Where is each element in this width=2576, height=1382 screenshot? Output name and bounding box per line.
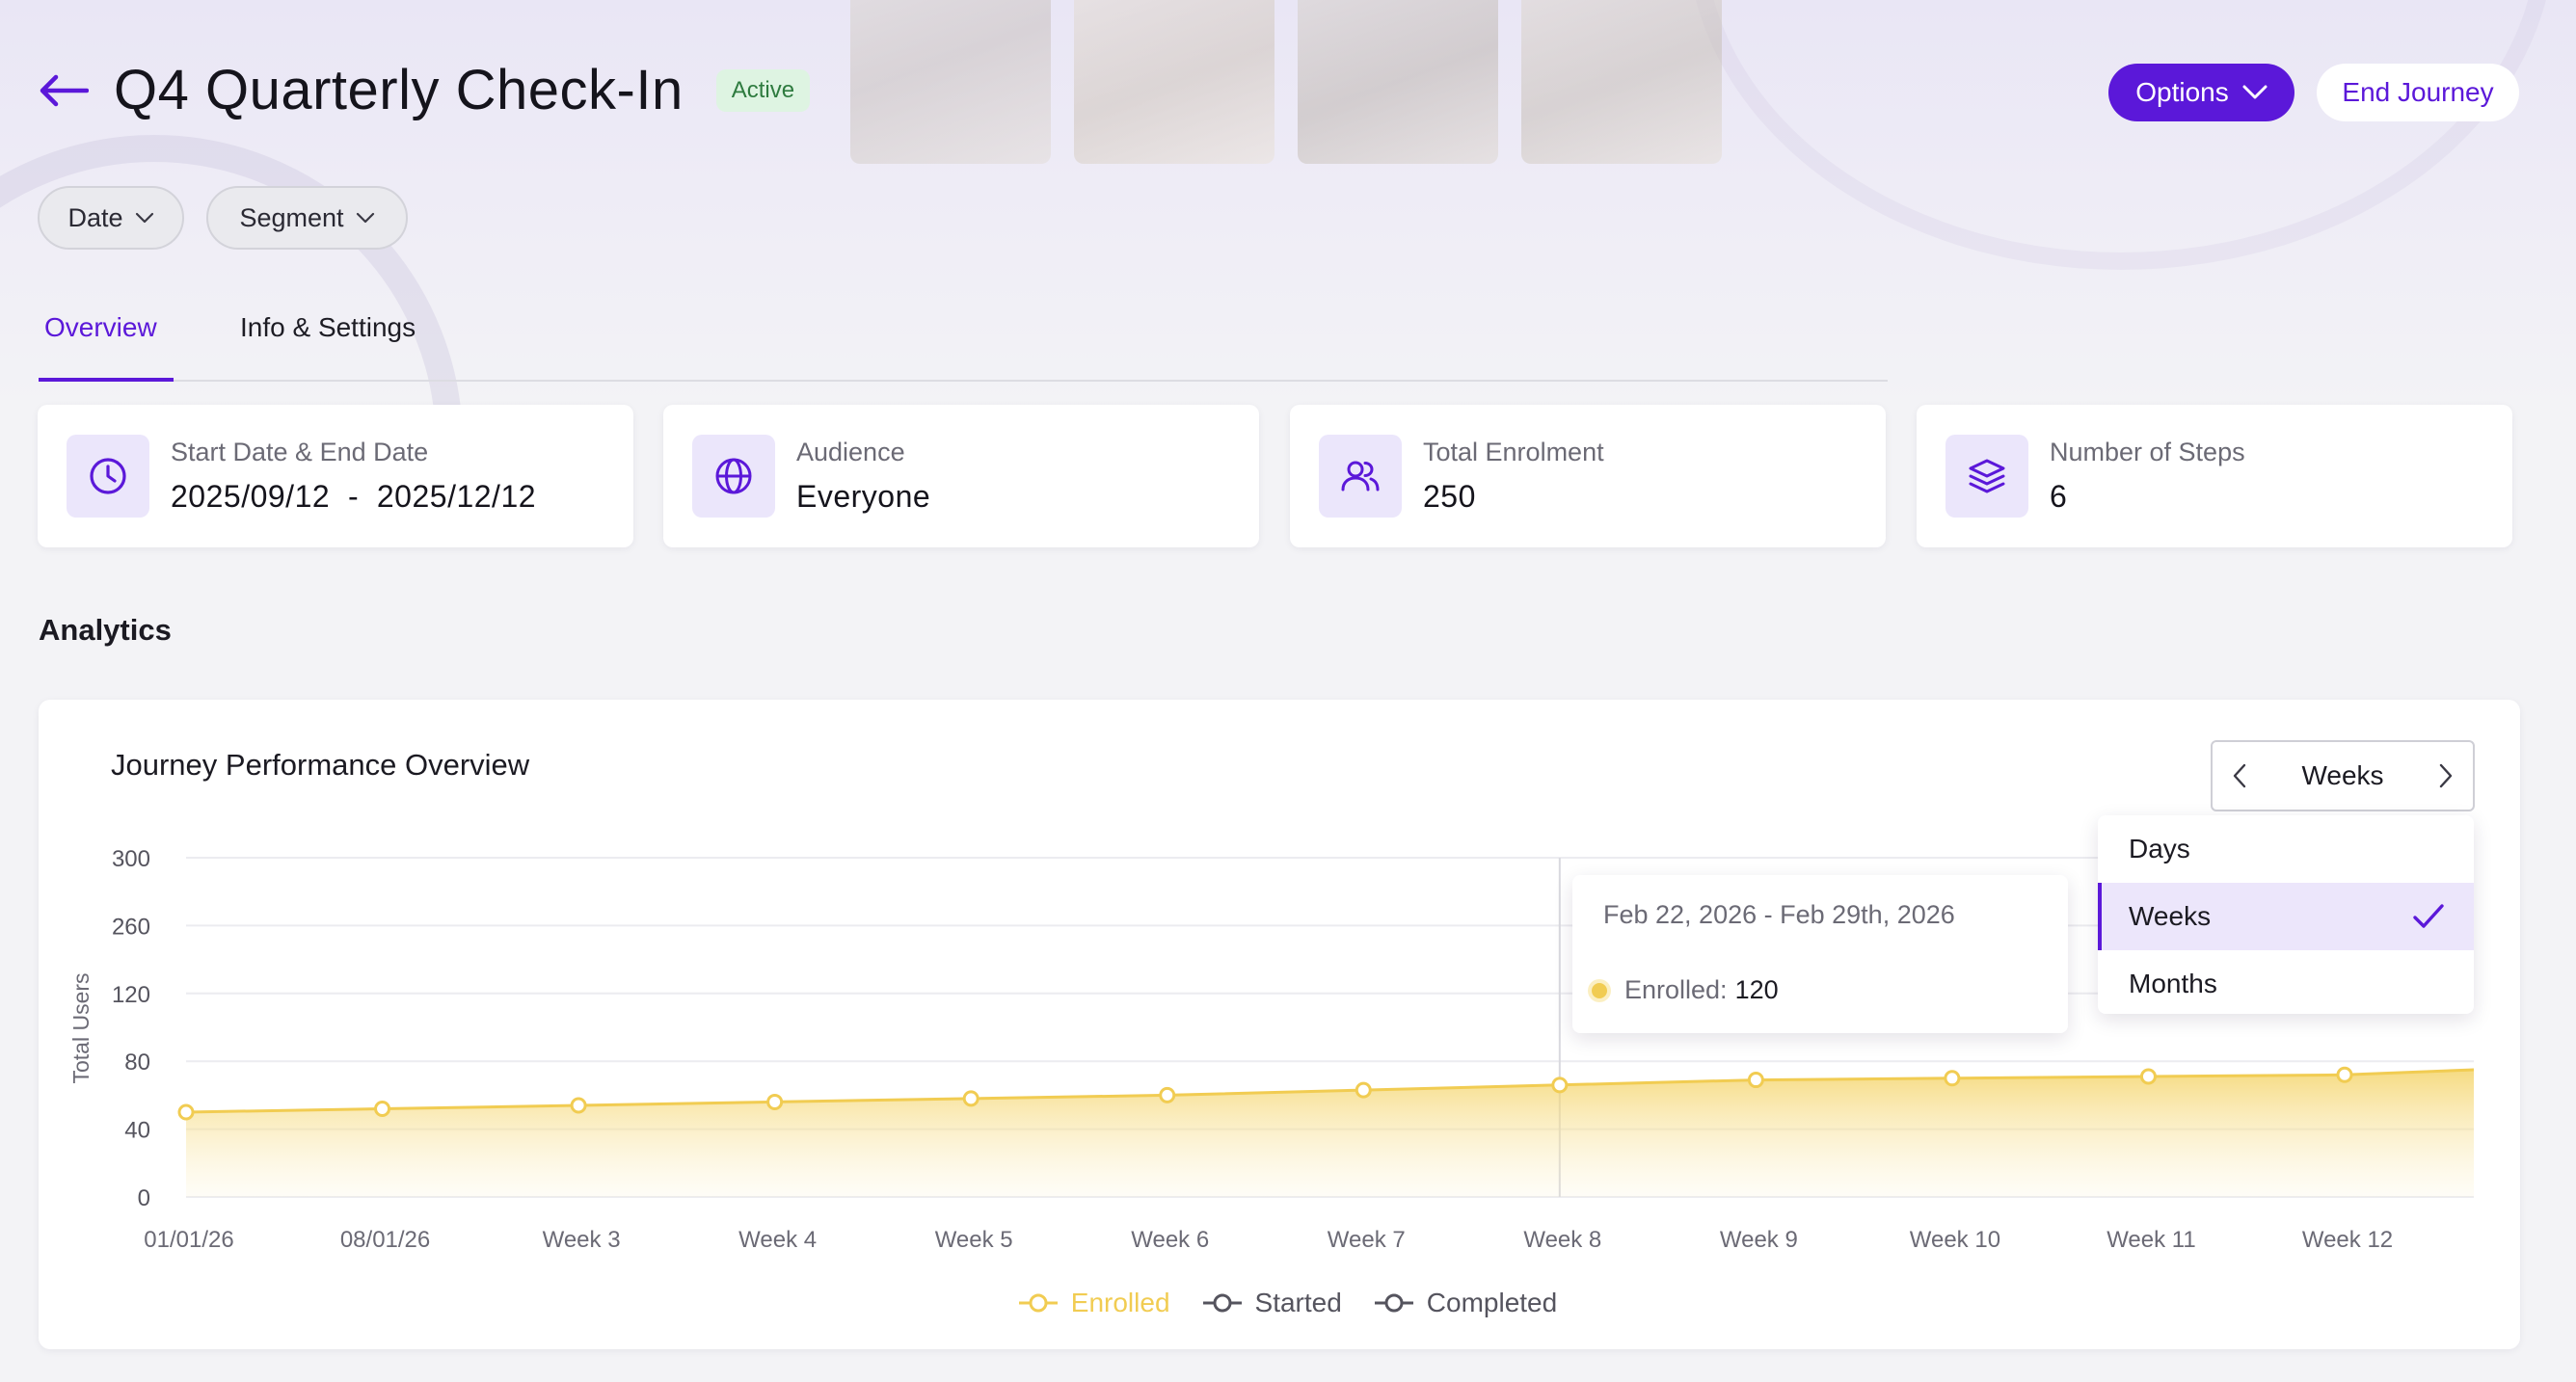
legend-label: Started — [1254, 1288, 1342, 1317]
enrolled-area — [186, 1070, 2474, 1197]
x-tick-label: Week 10 — [1910, 1227, 2000, 1253]
enrolled-point — [1551, 1076, 1569, 1094]
dropdown-option-label: Weeks — [2129, 901, 2212, 931]
x-tick-label: Week 8 — [1523, 1227, 1601, 1253]
checkmark-icon — [2413, 904, 2444, 928]
enrolled-point — [2336, 1066, 2353, 1083]
enrolled-dot-icon — [1592, 982, 1607, 998]
tooltip-value: 120 — [1734, 975, 1779, 1004]
y-tick-label: 0 — [138, 1185, 150, 1211]
y-tick-label: 120 — [112, 982, 150, 1008]
y-tick-label: 80 — [124, 1050, 150, 1076]
enrolled-point — [2139, 1068, 2157, 1085]
enrolled-point — [962, 1090, 979, 1107]
dropdown-option-months[interactable]: Months — [2098, 950, 2474, 1018]
x-tick-label: Week 12 — [2302, 1227, 2393, 1253]
enrolled-point — [1355, 1081, 1372, 1099]
legend-label: Enrolled — [1070, 1288, 1170, 1317]
tooltip-row: Enrolled: 120 — [1592, 975, 1779, 1005]
dropdown-option-days[interactable]: Days — [2098, 815, 2474, 883]
y-axis-label: Total Users — [68, 972, 94, 1083]
legend-item-completed[interactable]: Completed — [1374, 1288, 1558, 1318]
legend-item-enrolled[interactable]: Enrolled — [1018, 1288, 1170, 1318]
tooltip-label: Enrolled: — [1624, 975, 1728, 1004]
period-dropdown: Days Weeks Months — [2098, 815, 2474, 1014]
legend-marker-icon — [1018, 1293, 1058, 1313]
x-tick-label: 08/01/26 — [340, 1227, 430, 1253]
x-tick-label: Week 6 — [1131, 1227, 1209, 1253]
chart-tooltip: Feb 22, 2026 - Feb 29th, 2026 Enrolled: … — [1572, 875, 2068, 1033]
legend-marker-icon — [1374, 1293, 1413, 1313]
x-tick-label: Week 5 — [935, 1227, 1013, 1253]
enrolled-point — [177, 1103, 195, 1121]
x-tick-label: Week 4 — [738, 1227, 817, 1253]
x-tick-label: Week 9 — [1720, 1227, 1798, 1253]
enrolled-point — [1747, 1072, 1764, 1089]
y-tick-label: 300 — [112, 846, 150, 872]
legend-marker-icon — [1202, 1293, 1242, 1313]
enrolled-point — [766, 1093, 784, 1110]
enrolled-point — [1944, 1070, 1961, 1087]
dropdown-option-weeks[interactable]: Weeks — [2098, 883, 2474, 950]
x-tick-label: 01/01/26 — [144, 1227, 233, 1253]
enrolled-point — [570, 1097, 587, 1114]
chart-legend: Enrolled Started Completed — [0, 1288, 2576, 1318]
legend-item-started[interactable]: Started — [1202, 1288, 1342, 1318]
x-tick-label: Week 7 — [1328, 1227, 1406, 1253]
enrolled-point — [374, 1100, 391, 1117]
x-tick-label: Week 11 — [2106, 1227, 2196, 1253]
performance-chart: 300 260 120 80 40 0 Total Users 01/01/26 08/01/2… — [68, 846, 2475, 1253]
y-tick-label: 40 — [124, 1118, 150, 1144]
x-tick-label: Week 3 — [543, 1227, 621, 1253]
enrolled-point — [1159, 1086, 1176, 1103]
legend-label: Completed — [1426, 1288, 1558, 1317]
y-tick-label: 260 — [112, 914, 150, 940]
tooltip-date-range: Feb 22, 2026 - Feb 29th, 2026 — [1603, 900, 1955, 929]
